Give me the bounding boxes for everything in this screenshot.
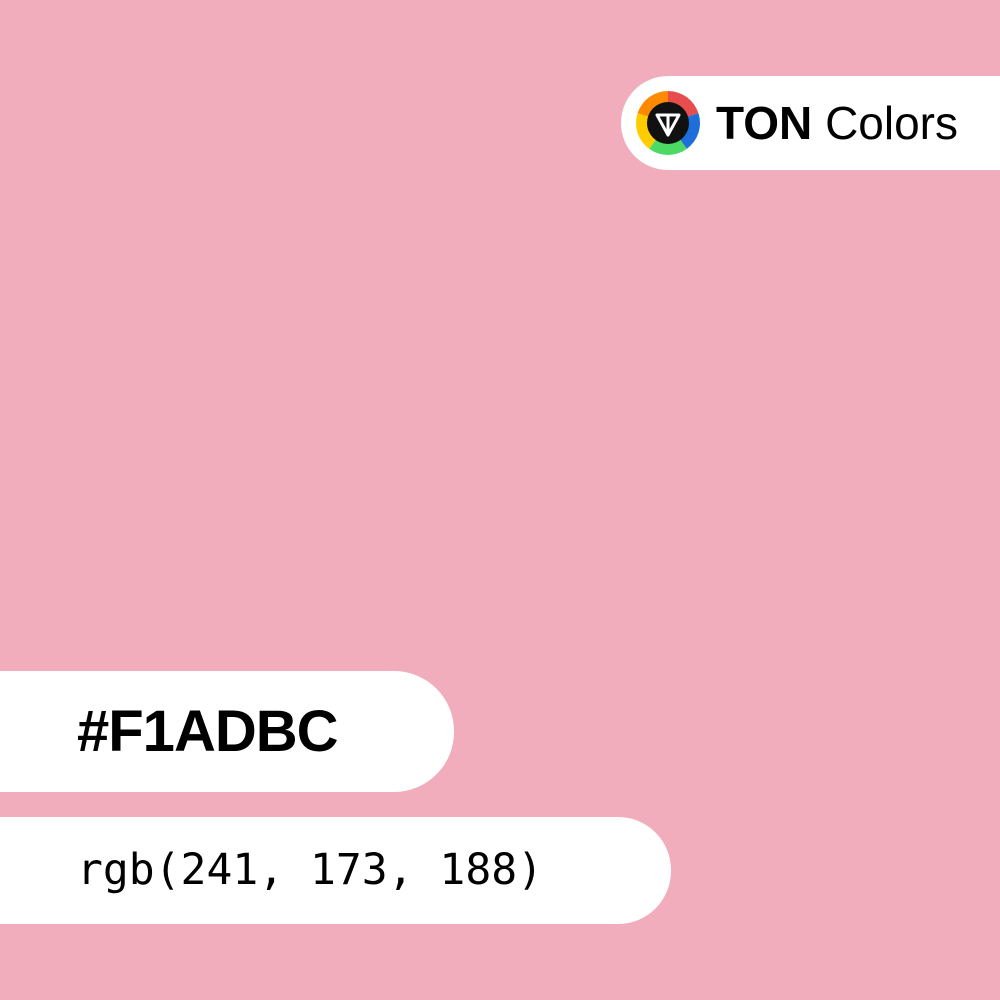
hex-code-text: #F1ADBC: [77, 699, 338, 764]
brand-name-light: Colors: [825, 97, 958, 149]
brand-name-bold: TON: [716, 97, 813, 149]
rgb-code-text: rgb(241, 173, 188): [77, 845, 543, 895]
brand-badge: TON Colors: [621, 76, 1000, 170]
ton-diamond-icon: [636, 91, 700, 155]
brand-name: TON Colors: [716, 76, 958, 170]
rgb-code-label: rgb(241, 173, 188): [0, 817, 671, 924]
hex-code-label: #F1ADBC: [0, 671, 454, 792]
